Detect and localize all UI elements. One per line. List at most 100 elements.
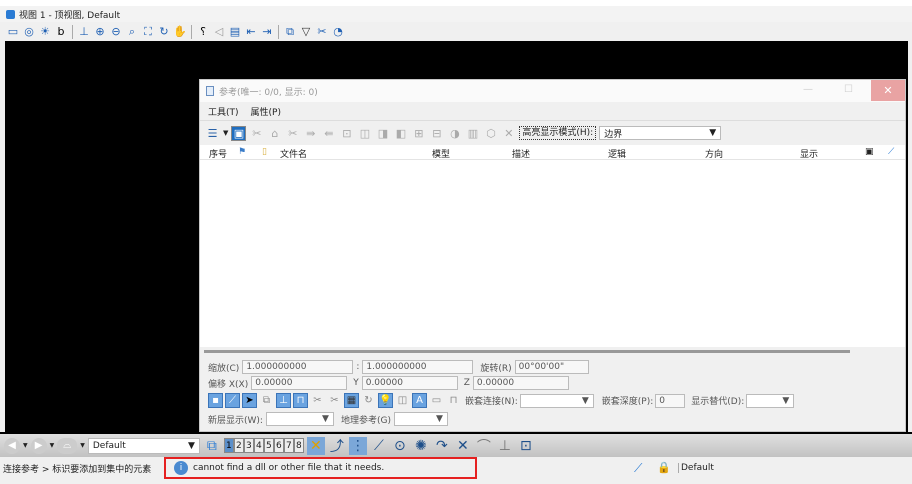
lighting-icon[interactable]: ☀	[38, 25, 52, 39]
copy-view-icon[interactable]: ▤	[228, 25, 242, 39]
minimize-button[interactable]: —	[803, 84, 813, 95]
window-area-icon[interactable]: ⌕	[125, 25, 139, 39]
copy-icon[interactable]: ⇚	[321, 126, 336, 141]
clip-front-icon[interactable]: ▥	[465, 126, 480, 141]
display-style-icon[interactable]: ◎	[22, 25, 36, 39]
locate-toggle-icon[interactable]: ➤	[242, 393, 257, 408]
snap-perpendicular-icon[interactable]: ⊥	[496, 437, 514, 455]
snap-tangent-icon[interactable]: ↷	[433, 437, 451, 455]
col-display[interactable]: 显示	[800, 147, 818, 160]
fit-view-icon[interactable]: ⛶	[141, 25, 155, 39]
detach-icon[interactable]: ✂	[249, 126, 264, 141]
geo-ref-select[interactable]: ▼	[393, 412, 448, 426]
offset-x-field[interactable]: 0.00000	[251, 376, 348, 390]
new-level-select[interactable]: ▼	[265, 412, 334, 426]
snap-keypoint-icon[interactable]: ⋮	[348, 436, 367, 455]
refresh-icon[interactable]: ↻	[361, 393, 376, 408]
previous-view-icon[interactable]: ⇤	[244, 25, 258, 39]
snap-toggle-icon[interactable]: ⟋	[225, 393, 240, 408]
view-3-button[interactable]: 3	[243, 438, 254, 453]
raster-icon[interactable]: ◫	[395, 393, 410, 408]
zoom-out-icon[interactable]: ⊖	[109, 25, 123, 39]
highlight-mode-select[interactable]: 边界 ▼	[599, 126, 722, 140]
lock-icon[interactable]: ⊓	[446, 393, 461, 408]
camera-icon[interactable]: ◁	[212, 25, 226, 39]
bing-icon[interactable]: b	[54, 25, 68, 39]
grid-icon[interactable]: ▦	[344, 393, 359, 408]
back-icon[interactable]: ◀	[4, 437, 20, 454]
move-icon[interactable]: ⇛	[303, 126, 318, 141]
scale-icon[interactable]: ⊡	[339, 126, 354, 141]
info-icon[interactable]: i	[174, 461, 188, 475]
walk-icon[interactable]: ⸮	[196, 25, 210, 39]
offset-y-field[interactable]: 0.00000	[361, 376, 458, 390]
scale-field-2[interactable]: 1.000000000	[362, 360, 474, 374]
copy-attr-icon[interactable]: ⧉	[259, 393, 274, 408]
view-8-button[interactable]: 8	[293, 438, 304, 453]
view-attributes-icon[interactable]: ▭	[6, 25, 20, 39]
snap-nearest-icon[interactable]: ⤴	[328, 437, 346, 455]
clip-tool-icon[interactable]: ✂	[315, 25, 329, 39]
offset-z-field[interactable]: 0.00000	[472, 376, 569, 390]
reload-icon[interactable]: ⌂	[267, 126, 282, 141]
display-toggle-icon[interactable]: ▪	[208, 393, 223, 408]
nest-depth-field[interactable]: 0	[655, 393, 686, 408]
snap-intersection-icon[interactable]: ✕	[454, 437, 472, 455]
menu-tools[interactable]: 工具(T)	[208, 105, 239, 118]
mirror-h-icon[interactable]: ◨	[375, 126, 390, 141]
snap-bisector-icon[interactable]: ⊡	[517, 437, 535, 455]
ignore-attach-icon[interactable]: ✂	[310, 393, 325, 408]
snap-center-icon[interactable]: ⊙	[391, 437, 409, 455]
attach-reference-icon[interactable]: ▣	[231, 125, 247, 141]
forward-icon[interactable]: ▶	[30, 437, 47, 454]
list-view-icon[interactable]: ☰	[205, 126, 220, 141]
true-scale-icon[interactable]: ⊥	[276, 393, 291, 408]
pan-icon[interactable]: ✋	[173, 25, 187, 39]
clip-boundary-icon[interactable]: ⊞	[411, 126, 426, 141]
clip-delete-icon[interactable]: ◑	[447, 126, 462, 141]
col-model[interactable]: 模型	[432, 147, 450, 160]
view-6-button[interactable]: 6	[273, 438, 284, 453]
view-groups-icon[interactable]: ⧉	[203, 437, 221, 455]
view-7-button[interactable]: 7	[283, 438, 294, 453]
light-icon[interactable]: 💡	[378, 393, 393, 408]
clip-icon[interactable]: ✂	[327, 393, 342, 408]
display-override-select[interactable]: ▼	[746, 393, 795, 408]
locate-icon[interactable]: ⟋	[634, 461, 642, 476]
nest-select[interactable]: ▼	[519, 393, 594, 408]
rotate-field[interactable]: 00°00'00"	[514, 360, 589, 374]
clip-mask-icon[interactable]: ⊟	[429, 126, 444, 141]
snap-origin-icon[interactable]: ✺	[412, 437, 430, 455]
mirror-v-icon[interactable]: ◧	[393, 126, 408, 141]
clip-settings-icon[interactable]: ◔	[331, 25, 345, 39]
clip-volume-icon[interactable]: ⧉	[283, 25, 297, 39]
view-set-select[interactable]: Default ▼	[87, 437, 200, 454]
col-logical[interactable]: 逻辑	[608, 147, 626, 160]
cut-icon[interactable]: ✂	[285, 126, 300, 141]
snap-column-icon[interactable]: ▣	[865, 147, 874, 157]
view-2-button[interactable]: 2	[233, 438, 244, 453]
col-filename[interactable]: 文件名	[280, 147, 307, 160]
view-1-button[interactable]: 1	[223, 438, 234, 453]
snap-off-icon[interactable]: ✕	[306, 436, 325, 455]
scale-lines-icon[interactable]: ⊓	[293, 393, 308, 408]
exchange-icon[interactable]: ⬡	[483, 126, 498, 141]
snap-midpoint-icon[interactable]: ⟋	[370, 437, 388, 455]
col-description[interactable]: 描述	[512, 147, 530, 160]
model-icon[interactable]: ⌓	[57, 437, 78, 454]
scale-field-1[interactable]: 1.000000000	[242, 360, 354, 374]
col-index[interactable]: 序号	[209, 147, 227, 160]
next-view-icon[interactable]: ⇥	[260, 25, 274, 39]
maximize-button[interactable]: ☐	[844, 84, 853, 95]
update-icon[interactable]: ⊥	[77, 25, 91, 39]
reference-list[interactable]	[200, 160, 905, 347]
comment-icon[interactable]: ▭	[429, 393, 444, 408]
delete-icon[interactable]: ✕	[501, 126, 516, 141]
close-button[interactable]: ✕	[871, 80, 905, 101]
annotation-icon[interactable]: A	[412, 393, 427, 408]
col-orientation[interactable]: 方向	[705, 147, 723, 160]
lock-icon[interactable]: 🔒	[657, 461, 671, 474]
rotate-view-icon[interactable]: ↻	[157, 25, 171, 39]
view-4-button[interactable]: 4	[253, 438, 264, 453]
view-5-button[interactable]: 5	[263, 438, 274, 453]
